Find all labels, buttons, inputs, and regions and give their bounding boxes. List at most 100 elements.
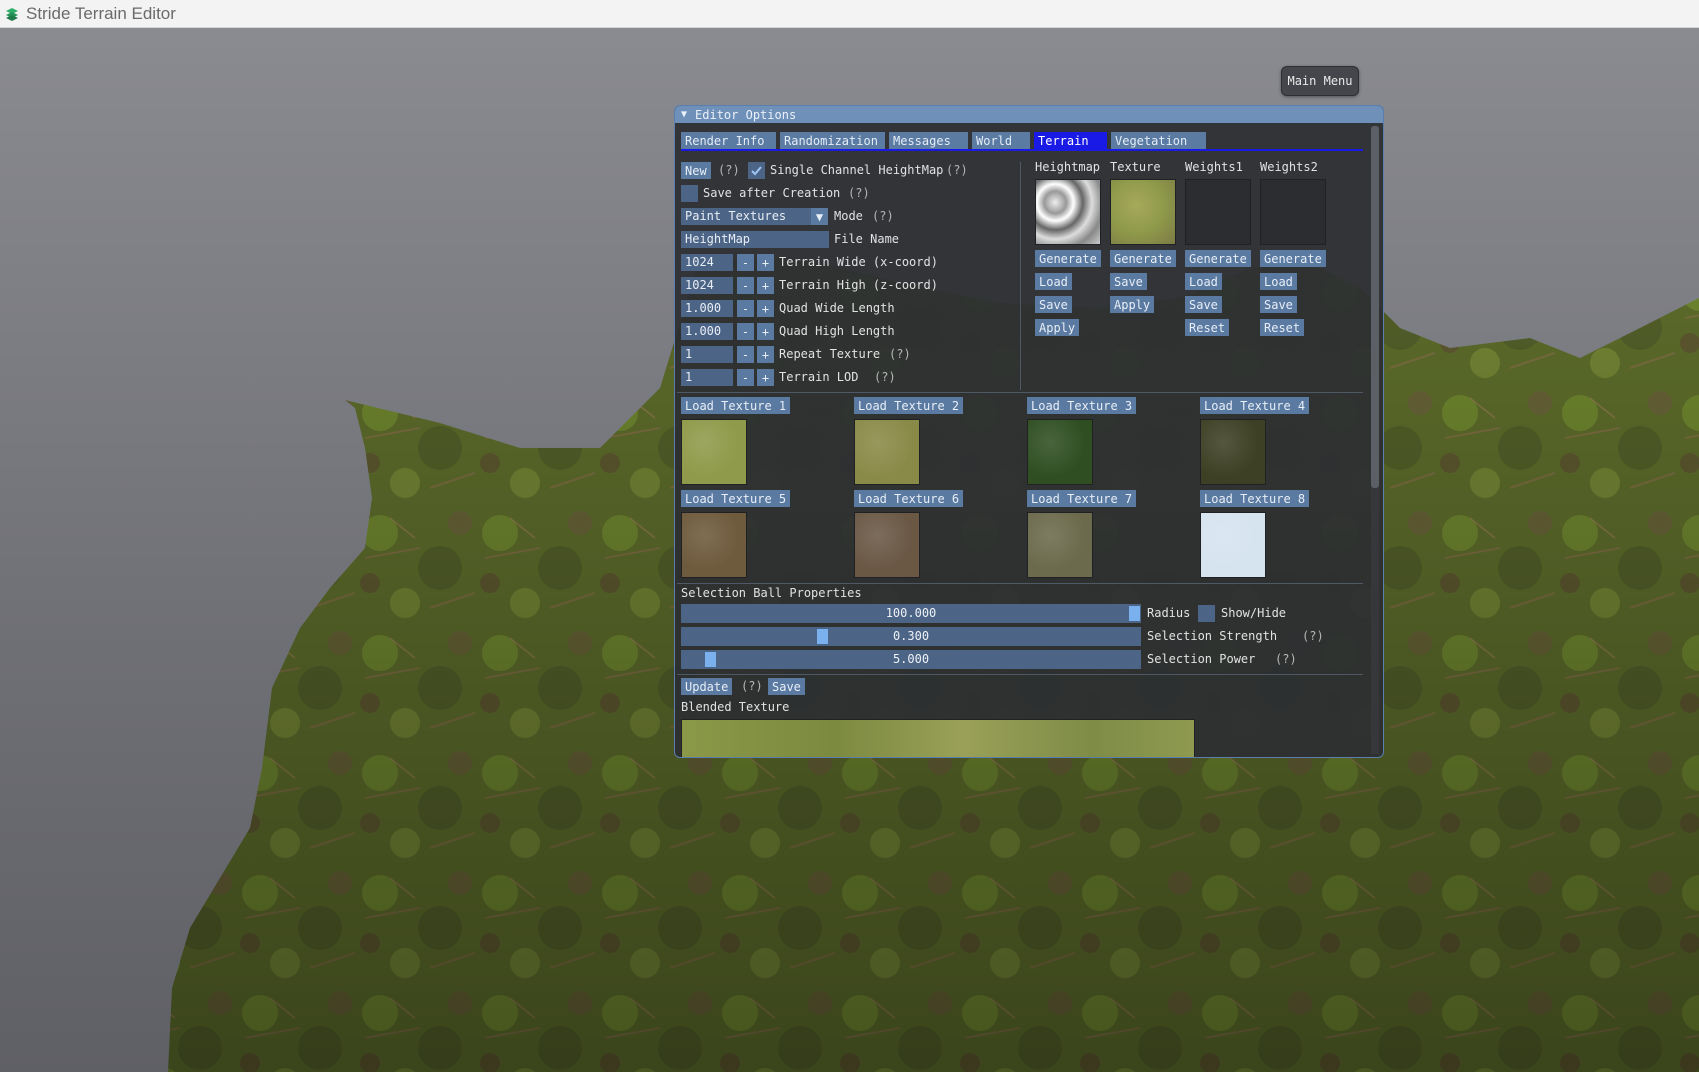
help-marker[interactable]: (?) [1275, 651, 1297, 668]
texture-save-button[interactable]: Save [1110, 273, 1147, 290]
blended-texture-preview [681, 719, 1195, 757]
texture-apply-button[interactable]: Apply [1110, 296, 1155, 313]
checkmark-icon [751, 166, 762, 176]
help-marker[interactable]: (?) [848, 185, 870, 202]
heightmap-apply-button[interactable]: Apply [1035, 319, 1080, 336]
collapse-triangle-icon[interactable]: ▼ [681, 109, 687, 120]
help-marker[interactable]: (?) [889, 346, 911, 363]
increment-button[interactable]: + [757, 369, 774, 386]
file-name-label: File Name [834, 232, 900, 246]
mode-dropdown[interactable]: Paint Textures [681, 208, 811, 225]
mode-label: Mode [834, 209, 863, 223]
texture-6-preview [854, 512, 920, 578]
file-name-input[interactable]: HeightMap [681, 231, 829, 248]
new-button[interactable]: New [681, 162, 711, 179]
save-after-creation-checkbox[interactable] [681, 185, 698, 202]
load-texture-6-button[interactable]: Load Texture 6 [854, 490, 964, 507]
texture-8-preview [1200, 512, 1266, 578]
load-texture-3-button[interactable]: Load Texture 3 [1027, 397, 1137, 414]
main-menu-button[interactable]: Main Menu [1281, 66, 1359, 96]
load-texture-8-button[interactable]: Load Texture 8 [1200, 490, 1310, 507]
repeat-texture-input[interactable]: 1 [681, 346, 733, 363]
selection-strength-label: Selection Strength [1147, 629, 1278, 643]
save-after-creation-label: Save after Creation [703, 186, 841, 200]
repeat-texture-label: Repeat Texture [779, 347, 881, 361]
help-marker[interactable]: (?) [1302, 628, 1324, 645]
increment-button[interactable]: + [757, 346, 774, 363]
window-title: Editor Options [695, 107, 797, 122]
blended-save-button[interactable]: Save [768, 678, 805, 695]
tab-render-info[interactable]: Render Info [681, 132, 776, 149]
editor-options-window: ▼ Editor Options Render Info Randomizati… [674, 105, 1384, 758]
load-texture-4-button[interactable]: Load Texture 4 [1200, 397, 1310, 414]
decrement-button[interactable]: - [737, 323, 754, 340]
tab-world[interactable]: World [972, 132, 1030, 149]
selection-power-label: Selection Power [1147, 652, 1256, 666]
terrain-lod-input[interactable]: 1 [681, 369, 733, 386]
quad-wide-input[interactable]: 1.000 [681, 300, 733, 317]
blended-texture-title: Blended Texture [681, 700, 790, 714]
show-hide-checkbox[interactable] [1198, 605, 1215, 622]
increment-button[interactable]: + [757, 323, 774, 340]
texture-generate-button[interactable]: Generate [1110, 250, 1176, 267]
tab-vegetation[interactable]: Vegetation [1111, 132, 1206, 149]
heightmap-save-button[interactable]: Save [1035, 296, 1072, 313]
help-marker[interactable]: (?) [741, 678, 763, 695]
weights2-load-button[interactable]: Load [1260, 273, 1297, 290]
quad-wide-label: Quad Wide Length [779, 301, 895, 315]
decrement-button[interactable]: - [737, 346, 754, 363]
decrement-button[interactable]: - [737, 277, 754, 294]
scrollbar-thumb[interactable] [1371, 126, 1379, 488]
heightmap-generate-button[interactable]: Generate [1035, 250, 1101, 267]
terrain-high-input[interactable]: 1024 [681, 277, 733, 294]
increment-button[interactable]: + [757, 254, 774, 271]
tab-messages[interactable]: Messages [889, 132, 968, 149]
texture-1-preview [681, 419, 747, 485]
weights2-generate-button[interactable]: Generate [1260, 250, 1326, 267]
terrain-wide-input[interactable]: 1024 [681, 254, 733, 271]
app-title-bar: Stride Terrain Editor [0, 0, 1699, 28]
load-texture-7-button[interactable]: Load Texture 7 [1027, 490, 1137, 507]
weights2-title: Weights2 [1260, 160, 1318, 174]
help-marker[interactable]: (?) [874, 369, 896, 386]
weights1-load-button[interactable]: Load [1185, 273, 1222, 290]
increment-button[interactable]: + [757, 277, 774, 294]
selection-power-slider[interactable]: 5.000 [681, 650, 1141, 669]
radius-slider[interactable]: 100.000 [681, 604, 1141, 623]
help-marker[interactable]: (?) [946, 162, 968, 179]
decrement-button[interactable]: - [737, 369, 754, 386]
load-texture-5-button[interactable]: Load Texture 5 [681, 490, 791, 507]
decrement-button[interactable]: - [737, 300, 754, 317]
texture-3-preview [1027, 419, 1093, 485]
load-texture-2-button[interactable]: Load Texture 2 [854, 397, 964, 414]
decrement-button[interactable]: - [737, 254, 754, 271]
weights1-reset-button[interactable]: Reset [1185, 319, 1230, 336]
tab-terrain[interactable]: Terrain [1034, 132, 1107, 149]
quad-high-label: Quad High Length [779, 324, 895, 338]
increment-button[interactable]: + [757, 300, 774, 317]
weights1-generate-button[interactable]: Generate [1185, 250, 1251, 267]
single-channel-checkbox[interactable] [748, 162, 765, 179]
heightmap-load-button[interactable]: Load [1035, 273, 1072, 290]
tab-underline [681, 149, 1363, 151]
weights2-save-button[interactable]: Save [1260, 296, 1297, 313]
window-title-bar[interactable]: ▼ Editor Options [675, 106, 1383, 123]
tab-randomization[interactable]: Randomization [780, 132, 885, 149]
weights1-preview [1185, 179, 1251, 245]
horizontal-divider [677, 392, 1363, 393]
weights2-reset-button[interactable]: Reset [1260, 319, 1305, 336]
window-scrollbar[interactable] [1371, 126, 1379, 754]
help-marker[interactable]: (?) [718, 162, 740, 179]
load-texture-1-button[interactable]: Load Texture 1 [681, 397, 791, 414]
quad-high-input[interactable]: 1.000 [681, 323, 733, 340]
selection-ball-title: Selection Ball Properties [681, 586, 862, 600]
texture-preview [1110, 179, 1176, 245]
single-channel-label: Single Channel HeightMap [770, 163, 944, 177]
terrain-wide-label: Terrain Wide (x-coord) [779, 255, 938, 269]
update-button[interactable]: Update [681, 678, 733, 695]
dropdown-arrow-icon[interactable]: ▼ [811, 208, 828, 225]
selection-strength-slider[interactable]: 0.300 [681, 627, 1141, 646]
help-marker[interactable]: (?) [872, 208, 894, 225]
weights1-save-button[interactable]: Save [1185, 296, 1222, 313]
heightmap-title: Heightmap [1035, 160, 1101, 174]
